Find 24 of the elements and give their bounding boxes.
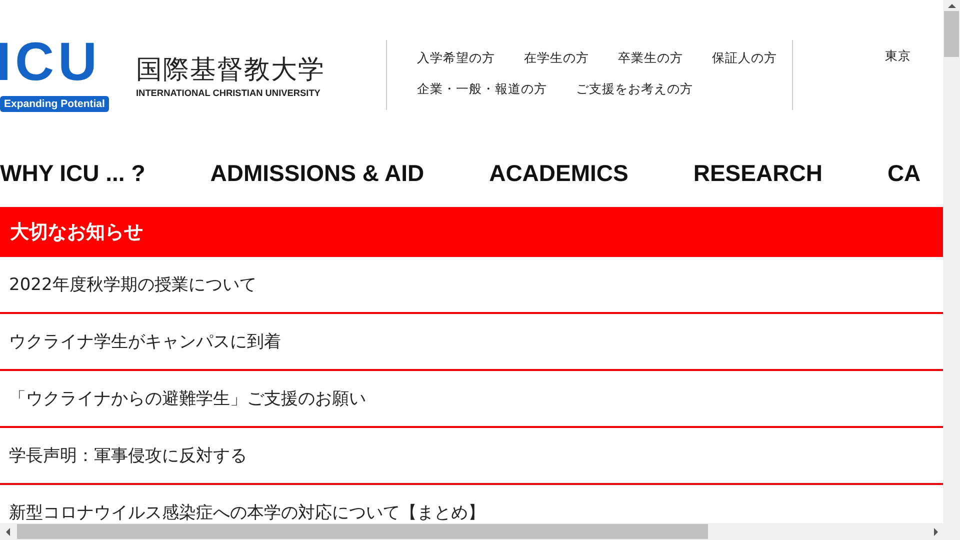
notice-link[interactable]: 学長声明：軍事侵攻に反対する <box>0 428 943 485</box>
nav-link[interactable]: ACADEMICS <box>489 160 628 187</box>
logo-tagline: Expanding Potential <box>0 96 109 112</box>
scrollbar-thumb[interactable] <box>17 524 708 539</box>
nav-link[interactable]: ADMISSIONS & AID <box>210 160 424 187</box>
nav-link[interactable]: WHY ICU ... ? <box>0 160 146 187</box>
nav-link[interactable]: CA <box>887 160 921 187</box>
notice-link[interactable]: ウクライナ学生がキャンパスに到着 <box>0 314 943 371</box>
audience-link[interactable]: 在学生の方 <box>524 48 589 67</box>
notice-link[interactable]: 2022年度秋学期の授業について <box>0 257 943 314</box>
scroll-right-icon[interactable] <box>934 528 938 536</box>
audience-link[interactable]: 入学希望の方 <box>417 48 495 67</box>
notices-heading: 大切なお知らせ <box>0 207 943 257</box>
language-link[interactable]: 東京 <box>885 48 911 63</box>
university-name: 国際基督教大学 <box>136 54 326 86</box>
scrollbar-thumb[interactable] <box>944 11 959 57</box>
scroll-left-icon[interactable] <box>6 528 10 536</box>
audience-link[interactable]: 卒業生の方 <box>618 48 683 67</box>
audience-link[interactable]: 保証人の方 <box>712 48 777 67</box>
university-name-english: INTERNATIONAL CHRISTIAN UNIVERSITY <box>136 88 322 98</box>
notice-link[interactable]: 「ウクライナからの避難学生」ご支援のお願い <box>0 371 943 428</box>
nav-link[interactable]: RESEARCH <box>693 160 822 187</box>
audience-link[interactable]: ご支援をお考えの方 <box>576 79 693 98</box>
audience-link[interactable]: 企業・一般・報道の方 <box>417 79 547 98</box>
